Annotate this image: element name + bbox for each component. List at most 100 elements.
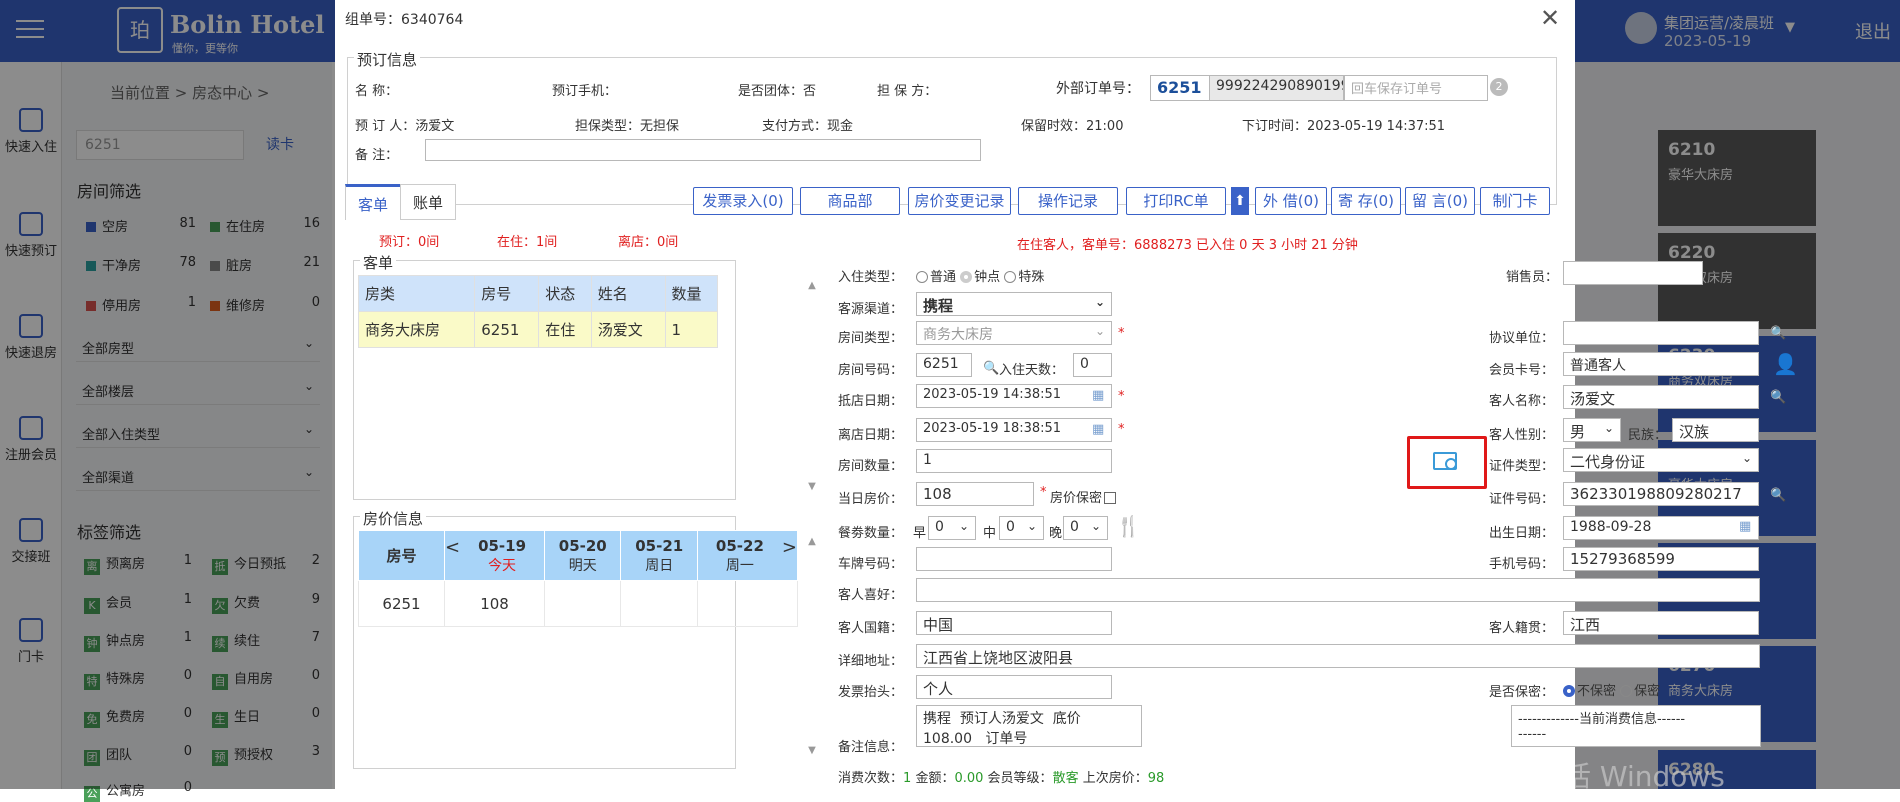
room-type-select[interactable]: 商务大床房 ⌄ xyxy=(916,321,1112,345)
close-icon[interactable]: ✕ xyxy=(1540,4,1560,32)
member-search-icon[interactable]: 👤 xyxy=(1773,352,1798,376)
id-number-input[interactable]: 362330198809280217 xyxy=(1563,482,1759,506)
mobile-label: 手机号码： xyxy=(1489,557,1555,572)
id-card-reader-icon[interactable] xyxy=(1433,452,1457,470)
next-arrow-icon[interactable]: > xyxy=(782,537,797,558)
arrow-up-icon[interactable]: ⬆ xyxy=(1231,187,1249,215)
sex-label: 客人性别： xyxy=(1489,428,1555,443)
meal-lunch-select[interactable]: 0 ⌄ xyxy=(999,516,1044,540)
left-count: 离店：0间 xyxy=(618,235,679,250)
member-card-input[interactable]: 普通客人 xyxy=(1563,352,1759,376)
goods-button[interactable]: 商品部 xyxy=(800,187,900,215)
nationality-input[interactable]: 中国 xyxy=(916,611,1112,635)
col-day-1: 05-20 明天 xyxy=(544,530,622,581)
stay-status-line: 在住客人，客单号：6888273 已入住 0 天 3 小时 21 分钟 xyxy=(1017,238,1358,253)
scroll-down-icon[interactable]: ▼ xyxy=(806,481,818,492)
id-type-select[interactable]: 二代身份证 ⌄ xyxy=(1563,448,1759,472)
chevron-down-icon: ⌄ xyxy=(1094,295,1105,309)
source-select[interactable]: 携程 ⌄ xyxy=(916,292,1112,316)
col-day-3: 05-22 > 周一 xyxy=(696,530,799,581)
today-price-input[interactable]: 108 xyxy=(916,482,1034,506)
price-secret-checkbox[interactable] xyxy=(1104,492,1117,504)
birth-date-label: 出生日期： xyxy=(1489,526,1555,541)
native-place-label: 客人籍贯： xyxy=(1489,621,1555,636)
birth-date-input[interactable]: 1988-09-28 xyxy=(1563,516,1759,540)
calendar-icon[interactable]: ▦ xyxy=(1092,422,1104,437)
tab-bill[interactable]: 账单 xyxy=(400,184,456,220)
col-room: 房号 xyxy=(358,530,445,581)
stay-days-input[interactable]: 0 xyxy=(1073,353,1112,377)
print-rc-button[interactable]: 打印RC单 xyxy=(1126,187,1226,215)
native-place-input[interactable]: 江西 xyxy=(1563,611,1759,635)
address-label: 详细地址： xyxy=(838,654,904,669)
arrive-date-input[interactable]: 2023-05-19 14:38:51 xyxy=(916,384,1112,408)
secret-radios: 不保密 保密 xyxy=(1563,680,1660,699)
prev-arrow-icon[interactable]: < xyxy=(445,537,460,558)
external-order-prefix[interactable]: 6251 xyxy=(1150,75,1210,101)
reserved-count: 预订：0间 xyxy=(379,235,440,250)
guest-list-title: 客单 xyxy=(360,252,397,273)
lend-button[interactable]: 外 借(0) xyxy=(1255,187,1327,215)
radio-hourly[interactable] xyxy=(960,271,973,283)
external-order-input[interactable]: 回车保存订单号 xyxy=(1344,75,1488,101)
deposit-button[interactable]: 寄 存(0) xyxy=(1331,187,1401,215)
payment-method: 支付方式：现金 xyxy=(762,119,854,134)
col-day-0: <05-19 今天 xyxy=(443,530,546,581)
operation-log-button[interactable]: 操作记录 xyxy=(1018,187,1118,215)
invoice-entry-button[interactable]: 发票录入(0) xyxy=(693,187,793,215)
scroll-down-icon[interactable]: ▼ xyxy=(806,745,818,756)
radio-secret[interactable] xyxy=(1620,685,1633,697)
mobile-input[interactable]: 15279368599 xyxy=(1563,547,1759,571)
plate-input[interactable] xyxy=(916,547,1112,571)
group-flag: 是否团体：否 xyxy=(738,84,817,99)
col-room-no: 房号 xyxy=(474,275,540,312)
checkin-type-radios: 普通 钟点 特殊 xyxy=(916,266,1044,285)
booker: 预 订 人：汤爱文 xyxy=(355,119,455,134)
price-info-title: 房价信息 xyxy=(360,508,427,529)
consume-info-textarea: -------------当前消费信息------ ------ xyxy=(1511,705,1761,747)
radio-special[interactable] xyxy=(1004,271,1017,283)
agreement-input[interactable] xyxy=(1563,321,1759,345)
search-icon[interactable]: 🔍 xyxy=(1770,488,1786,503)
ethnic-input[interactable]: 汉族 xyxy=(1672,418,1759,442)
scroll-up-icon[interactable]: ▲ xyxy=(806,536,818,547)
radio-normal[interactable] xyxy=(916,271,928,283)
table-row[interactable]: 商务大床房 6251 在住 汤爱文 1 xyxy=(357,311,718,348)
room-no-input[interactable]: 6251 xyxy=(916,353,972,377)
invoice-title-input[interactable]: 个人 xyxy=(916,675,1112,699)
booking-remark-input[interactable] xyxy=(425,139,981,161)
seller-input[interactable] xyxy=(1563,261,1703,285)
guest-name-input[interactable]: 汤爱文 xyxy=(1563,385,1759,409)
address-input[interactable]: 江西省上饶地区波阳县 xyxy=(916,644,1760,668)
order-time: 下订时间：2023-05-19 14:37:51 xyxy=(1242,119,1446,134)
tab-guest-order[interactable]: 客单 xyxy=(345,184,401,220)
secret-label: 是否保密： xyxy=(1489,685,1555,700)
sex-select[interactable]: 男 ⌄ xyxy=(1563,418,1621,442)
meal-lunch-label: 中 xyxy=(983,526,997,541)
message-button[interactable]: 留 言(0) xyxy=(1405,187,1475,215)
price-change-log-button[interactable]: 房价变更记录 xyxy=(908,187,1011,215)
remark-info-textarea[interactable]: 携程 预订人汤爱文 底价 108.00 订单号 xyxy=(916,705,1142,747)
room-qty-input[interactable]: 1 xyxy=(916,449,1112,473)
calendar-icon[interactable]: ▦ xyxy=(1739,519,1751,534)
chevron-down-icon: ⌄ xyxy=(1026,519,1037,533)
radio-no-secret[interactable] xyxy=(1563,685,1575,697)
external-order-number[interactable]: 999224290890199 xyxy=(1209,75,1344,101)
meal-dinner-select[interactable]: 0 ⌄ xyxy=(1063,516,1108,540)
ethnic-label: 民族： xyxy=(1628,428,1668,443)
booking-phone-label: 预订手机： xyxy=(552,84,618,99)
meal-breakfast-select[interactable]: 0 ⌄ xyxy=(928,516,976,540)
meal-icon[interactable]: 🍴 xyxy=(1116,514,1141,538)
guest-table: 房类 房号 状态 姓名 数量 商务大床房 6251 在住 汤爱文 1 xyxy=(357,275,718,348)
scroll-up-icon[interactable]: ▲ xyxy=(806,280,818,291)
preference-input[interactable] xyxy=(916,578,1760,602)
calendar-icon[interactable]: ▦ xyxy=(1092,388,1104,403)
table-row[interactable]: 6251 108 xyxy=(358,580,799,627)
search-icon[interactable]: 🔍 xyxy=(1770,390,1786,405)
make-door-card-button[interactable]: 制门卡 xyxy=(1480,187,1550,215)
search-icon[interactable]: 🔍 xyxy=(983,361,999,376)
leave-date-input[interactable]: 2023-05-19 18:38:51 xyxy=(916,418,1112,442)
stay-days-label: 入住天数： xyxy=(999,363,1065,378)
member-card-label: 会员卡号： xyxy=(1489,363,1555,378)
search-icon[interactable]: 🔍 xyxy=(1770,326,1786,341)
